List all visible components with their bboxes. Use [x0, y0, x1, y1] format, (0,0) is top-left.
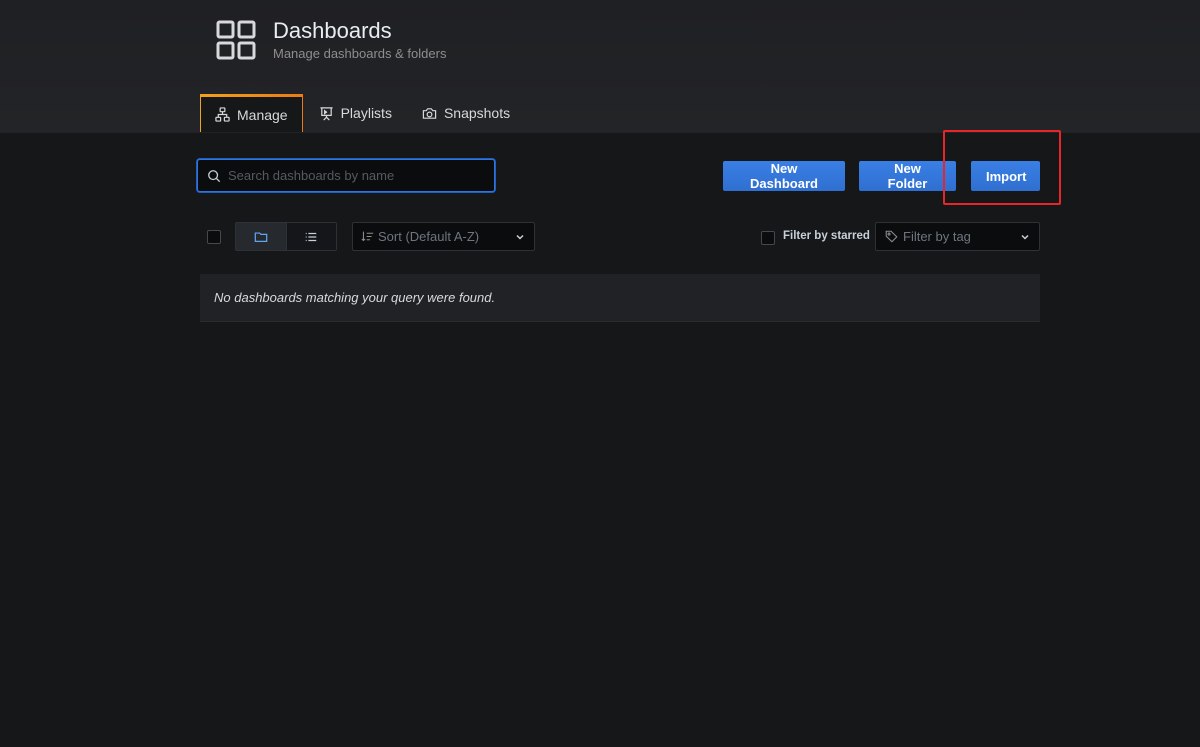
folder-icon [254, 231, 268, 242]
sitemap-icon [215, 107, 230, 122]
search-box[interactable] [197, 159, 495, 192]
select-all-checkbox[interactable] [207, 230, 221, 244]
tab-label: Snapshots [443, 105, 511, 121]
folder-view-button[interactable] [236, 223, 286, 250]
new-dashboard-button[interactable]: New Dashboard [723, 161, 845, 191]
view-toggle [235, 222, 337, 251]
chevron-down-icon [1021, 234, 1029, 240]
empty-results-message: No dashboards matching your query were f… [214, 290, 496, 305]
search-icon [208, 169, 221, 182]
list-view-button[interactable] [285, 223, 337, 250]
list-icon [306, 232, 317, 241]
highlight-annotation [943, 130, 1061, 205]
sort-select-label: Sort (Default A-Z) [378, 229, 480, 244]
filter-starred-label: Filter by starred [783, 230, 870, 242]
tag-filter-select[interactable]: Filter by tag [875, 222, 1040, 251]
tag-filter-label: Filter by tag [903, 229, 971, 244]
chevron-down-icon [516, 234, 524, 240]
sort-icon [361, 231, 374, 242]
tag-icon [885, 230, 898, 243]
apps-grid-icon [216, 20, 256, 60]
tab-playlists[interactable]: Playlists [305, 94, 406, 132]
search-input[interactable] [226, 167, 494, 184]
presentation-icon [320, 106, 333, 120]
sort-select[interactable]: Sort (Default A-Z) [352, 222, 535, 251]
page-subtitle: Manage dashboards & folders [273, 46, 447, 61]
camera-icon [422, 107, 437, 119]
page-tabs: Manage Playlists Snapshots [200, 94, 524, 132]
tab-snapshots[interactable]: Snapshots [408, 94, 524, 132]
tab-label: Playlists [340, 105, 392, 121]
new-folder-button[interactable]: New Folder [859, 161, 956, 191]
page-title: Dashboards [273, 18, 392, 43]
tab-label: Manage [237, 106, 288, 123]
tab-manage[interactable]: Manage [200, 94, 303, 132]
empty-results-panel: No dashboards matching your query were f… [200, 274, 1040, 322]
filter-starred-checkbox[interactable] [761, 231, 775, 245]
page-header: Dashboards Manage dashboards & folders M… [0, 0, 1200, 133]
